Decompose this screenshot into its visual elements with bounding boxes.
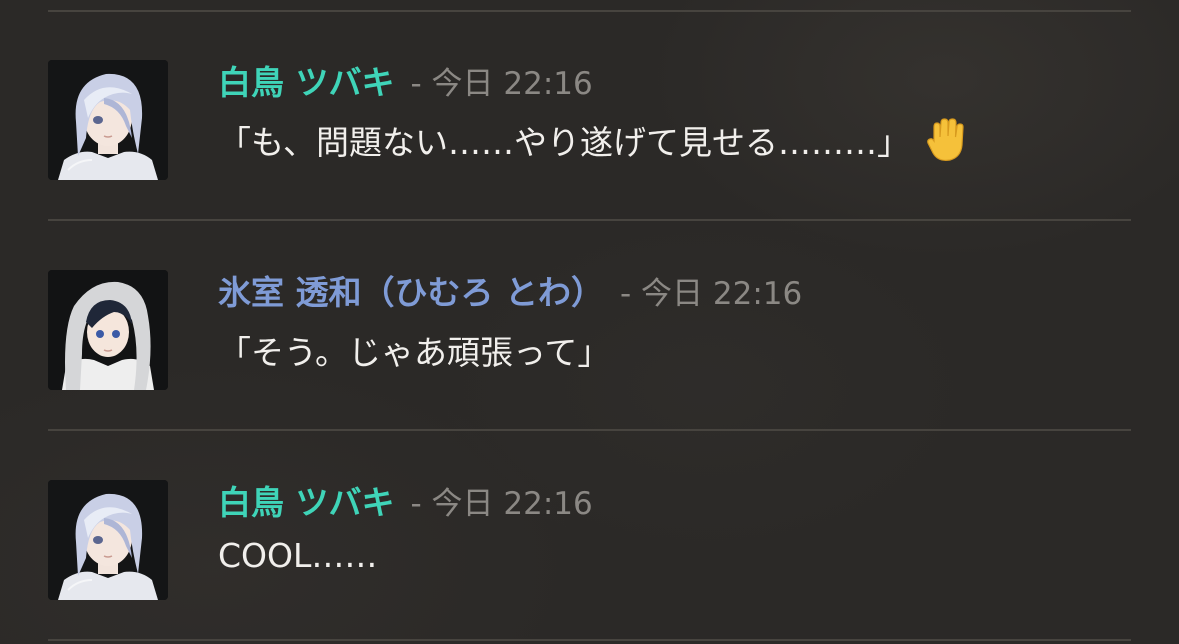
timestamp-separator: - <box>410 65 422 102</box>
message-divider <box>48 219 1131 221</box>
message-body: 「そう。じゃあ頑張って」 <box>218 326 610 374</box>
avatar[interactable] <box>48 480 168 600</box>
message-item[interactable]: 白鳥 ツバキ - 今日 22:16 「も、問題ない……やり遂げて見せる………」 <box>0 60 1179 190</box>
message-text: 「そう。じゃあ頑張って」 <box>218 333 611 372</box>
chat-log: 白鳥 ツバキ - 今日 22:16 「も、問題ない……やり遂げて見せる………」 <box>0 0 1179 644</box>
avatar-image <box>48 60 168 180</box>
avatar[interactable] <box>48 270 168 390</box>
message-divider <box>48 639 1131 641</box>
author-name[interactable]: 白鳥 ツバキ <box>218 476 395 524</box>
message-header: 氷室 透和（ひむろ とわ） - 今日 22:16 <box>218 264 802 316</box>
author-name[interactable]: 氷室 透和（ひむろ とわ） <box>218 266 604 314</box>
avatar[interactable] <box>48 60 168 180</box>
timestamp-day: 今日 <box>431 65 494 102</box>
message-divider <box>48 429 1131 431</box>
avatar-image <box>48 480 168 600</box>
message-divider <box>48 10 1131 12</box>
timestamp: - 今日 22:16 <box>620 268 802 313</box>
timestamp-day: 今日 <box>641 275 704 312</box>
message-body: COOL…… <box>218 536 377 575</box>
message-header: 白鳥 ツバキ - 今日 22:16 <box>218 474 593 526</box>
message-body: 「も、問題ない……やり遂げて見せる………」 <box>218 116 970 164</box>
timestamp-day: 今日 <box>431 485 494 522</box>
timestamp-separator: - <box>619 275 632 312</box>
timestamp: - 今日 22:16 <box>411 58 593 103</box>
avatar-image <box>48 270 168 390</box>
timestamp-time: 22:16 <box>712 275 803 312</box>
raised-hand-icon <box>924 117 970 163</box>
timestamp: - 今日 22:16 <box>411 478 593 523</box>
timestamp-time: 22:16 <box>503 65 593 102</box>
message-item[interactable]: 氷室 透和（ひむろ とわ） - 今日 22:16 「そう。じゃあ頑張って」 <box>0 270 1179 400</box>
message-text: COOL…… <box>218 536 378 575</box>
message-text: 「も、問題ない……やり遂げて見せる………」 <box>218 123 911 162</box>
message-header: 白鳥 ツバキ - 今日 22:16 <box>218 54 593 106</box>
timestamp-time: 22:16 <box>503 485 593 522</box>
author-name[interactable]: 白鳥 ツバキ <box>218 56 395 104</box>
timestamp-separator: - <box>410 485 422 522</box>
message-item[interactable]: 白鳥 ツバキ - 今日 22:16 COOL…… <box>0 480 1179 610</box>
